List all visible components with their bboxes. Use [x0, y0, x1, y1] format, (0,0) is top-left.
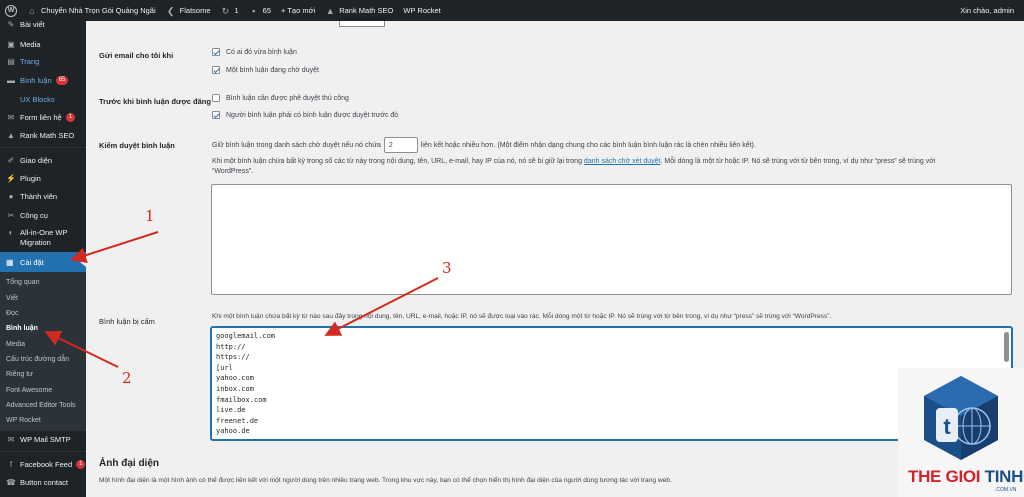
moderation-label: Kiểm duyệt bình luận	[99, 141, 175, 150]
account-menu[interactable]: Xin chào, admin	[955, 0, 1024, 21]
blocks-icon	[6, 95, 16, 105]
theme-menu[interactable]: ❮ Flatsome	[161, 0, 216, 21]
wordpress-icon: W	[5, 4, 17, 17]
submenu-font-awesome[interactable]: Font Awesome	[6, 387, 52, 394]
page-icon: ▤	[7, 56, 15, 66]
admin-sidebar: ✎ Bài viết ▣ Media ▤ Trang ▬ Bình luận 65 UX …	[0, 20, 86, 497]
previously-approved-checkbox[interactable]	[212, 111, 220, 119]
submenu-discussion[interactable]: Bình luận	[6, 325, 38, 332]
comment-bubble-icon: ▪	[252, 5, 256, 16]
annotation-number-1: 1	[145, 207, 155, 225]
sidebar-item-plugins[interactable]: ⚡ Plugin	[0, 170, 86, 187]
sidebar-item-pages[interactable]: ▤ Trang	[0, 53, 86, 70]
avatars-heading: Ảnh đại diện	[99, 458, 159, 469]
comments-menu[interactable]: ▪ 65	[244, 0, 276, 21]
sidebar-item-rank-math[interactable]: ▲ Rank Math SEO	[0, 127, 86, 144]
new-content-menu[interactable]: + Tạo mới	[276, 0, 320, 21]
moderation-keys-textarea[interactable]	[211, 184, 1012, 295]
disallowed-keys-content: googlemail.com http:// https:// [url yah…	[216, 332, 276, 436]
sidebar-item-contact-form[interactable]: ✉ Form liên hệ 1	[0, 109, 86, 126]
annotation-number-3: 3	[442, 259, 452, 277]
sidebar-item-users[interactable]: ● Thành viên	[0, 188, 86, 205]
rank-math-icon: ▲	[325, 5, 335, 16]
submenu-reading[interactable]: Đọc	[6, 310, 18, 317]
submenu-privacy[interactable]: Riêng tư	[6, 371, 33, 378]
sidebar-item-tools[interactable]: ✂ Công cụ	[0, 207, 86, 224]
submenu-advanced-editor-tools[interactable]: Advanced Editor Tools	[6, 402, 76, 409]
disallowed-description: Khi một bình luận chứa bất kỳ từ nào sau…	[212, 313, 832, 320]
manual-approval-option[interactable]: Bình luận cần được phê duyệt thủ công	[212, 94, 349, 102]
moderation-keys-description: Khi một bình luận chứa bất kỳ trong số c…	[212, 158, 936, 165]
field-above-fragment[interactable]	[339, 21, 385, 27]
updates-icon: ↻	[221, 5, 230, 16]
phone-icon: ☎	[6, 477, 16, 487]
sidebar-separator	[0, 147, 86, 148]
migration-icon: ◐	[8, 228, 14, 237]
disallowed-keys-textarea[interactable]: googlemail.com http:// https:// [url yah…	[211, 327, 1012, 440]
sidebar-item-facebook-feed[interactable]: f Facebook Feed 1	[0, 456, 86, 473]
sidebar-item-media[interactable]: ▣ Media	[0, 36, 86, 53]
user-icon: ●	[8, 191, 14, 201]
mail-icon: ✉	[7, 112, 15, 122]
moderation-queue-link[interactable]: danh sách chờ xét duyệt	[584, 158, 661, 165]
settings-submenu: Tổng quan Viết Đọc Bình luận Media Cấu t…	[0, 272, 86, 431]
wp-rocket-menu[interactable]: WP Rocket	[398, 0, 445, 21]
submenu-permalinks[interactable]: Cấu trúc đường dẫn	[6, 356, 69, 363]
manual-approval-checkbox[interactable]	[212, 94, 220, 102]
mail-smtp-icon: ✉	[7, 434, 15, 444]
sidebar-item-migration[interactable]: ◐ All-in-One WP Migration	[0, 225, 86, 251]
submenu-general[interactable]: Tổng quan	[6, 279, 39, 286]
admin-bar: W ⌂ Chuyển Nhà Trọn Gói Quảng Ngãi ❮ Flats…	[0, 0, 1024, 21]
home-icon: ⌂	[29, 5, 35, 16]
pin-icon: ✎	[7, 19, 15, 29]
watermark-domain: .COM.VN	[995, 487, 1017, 493]
moderation-links-input[interactable]: 2	[383, 137, 418, 153]
moderation-links-text: Giữ bình luận trong danh sách chờ duyệt …	[212, 137, 756, 153]
sidebar-item-wp-mail-smtp[interactable]: ✉ WP Mail SMTP	[0, 431, 86, 448]
annotation-number-2: 2	[122, 369, 132, 387]
flatsome-icon: ❮	[166, 5, 175, 16]
sidebar-item-posts[interactable]: ✎ Bài viết	[0, 16, 86, 33]
watermark-wordmark: THE GIOI TINHOC	[908, 467, 1024, 486]
contact-form-badge: 1	[65, 113, 76, 122]
moderation-keys-description-end: “WordPress”.	[212, 168, 254, 175]
sidebar-item-button-contact[interactable]: ☎ Button contact	[0, 474, 86, 491]
email-on-comment-checkbox[interactable]	[212, 48, 220, 56]
comments-badge: 65	[55, 76, 69, 85]
email-on-moderation-checkbox[interactable]	[212, 66, 220, 74]
rank-math-menu[interactable]: ▲ Rank Math SEO	[320, 0, 398, 21]
before-appears-label: Trước khi bình luận được đăng	[99, 97, 211, 106]
email-on-comment-option[interactable]: Có ai đó vừa bình luận	[212, 48, 297, 56]
plugin-icon: ⚡	[6, 173, 16, 183]
media-icon: ▣	[7, 39, 15, 49]
sidebar-item-comments[interactable]: ▬ Bình luận 65	[0, 72, 86, 89]
discussion-settings: Gửi email cho tôi khi Có ai đó vừa bình …	[86, 21, 1024, 497]
sidebar-item-ux-blocks[interactable]: UX Blocks	[0, 91, 86, 108]
submenu-writing[interactable]: Viết	[6, 295, 18, 302]
svg-text:t: t	[943, 414, 951, 439]
sidebar-item-appearance[interactable]: ✐ Giao diện	[0, 152, 86, 169]
previously-approved-option[interactable]: Người bình luận phải có bình luận được d…	[212, 111, 398, 119]
submenu-media[interactable]: Media	[6, 341, 25, 348]
comment-icon: ▬	[7, 75, 15, 85]
facebook-feed-badge: 1	[76, 460, 86, 469]
disallowed-label: Bình luận bị cấm	[99, 317, 155, 326]
brush-icon: ✐	[7, 155, 15, 165]
sidebar-separator	[0, 451, 86, 452]
facebook-icon: f	[9, 459, 13, 469]
email-on-moderation-option[interactable]: Một bình luận đang chờ duyệt	[212, 66, 319, 74]
chart-icon: ▲	[7, 130, 15, 140]
avatars-description: Một hình đại diện là một hình ảnh có thể…	[99, 477, 672, 484]
settings-icon: ▦	[6, 257, 14, 267]
email-me-label: Gửi email cho tôi khi	[99, 51, 174, 60]
sidebar-item-settings[interactable]: ▦ Cài đặt	[0, 252, 86, 272]
wrench-icon: ✂	[7, 210, 15, 220]
submenu-wp-rocket[interactable]: WP Rocket	[6, 417, 41, 424]
updates-menu[interactable]: ↻ 1	[216, 0, 244, 21]
textarea-scrollbar[interactable]	[1004, 332, 1009, 362]
